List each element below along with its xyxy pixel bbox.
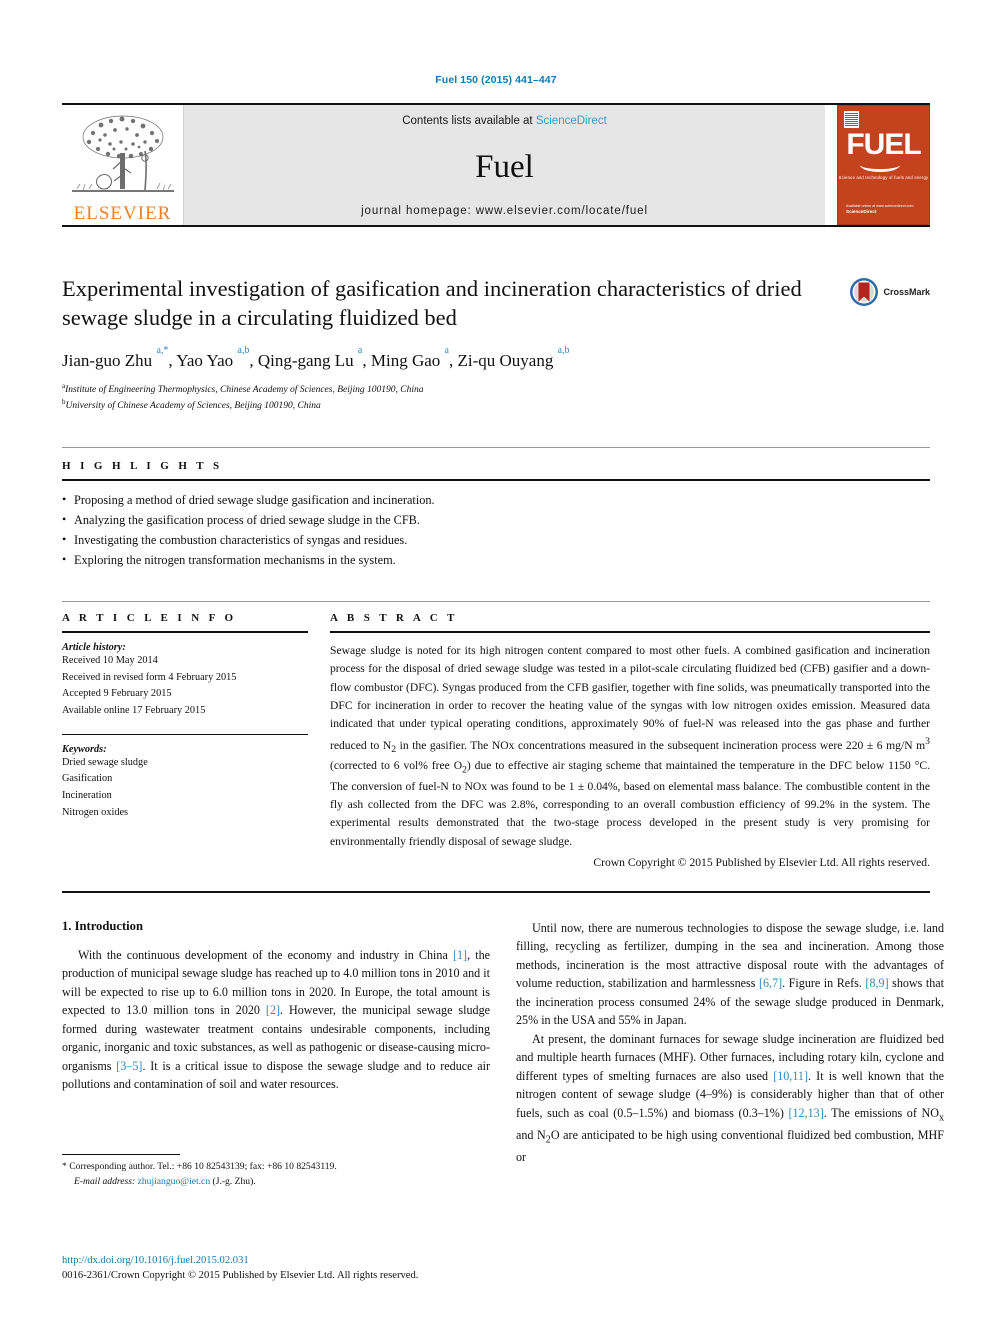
keyword-item: Gasification [62, 773, 113, 785]
running-head: Fuel 150 (2015) 441–447 [435, 74, 557, 86]
elsevier-logo: ELSEVIER [62, 105, 184, 225]
list-item: Proposing a method of dried sewage sludg… [62, 490, 930, 511]
affiliation-text-b: University of Chinese Academy of Science… [65, 401, 321, 412]
email-line: E-mail address: zhujianguo@iet.cn (J.-g.… [62, 1175, 490, 1190]
keyword-item: Dried sewage sludge [62, 756, 148, 768]
paragraph: Until now, there are numerous technologi… [516, 920, 945, 1028]
highlights-top-rule [62, 447, 930, 449]
article-info-section: A R T I C L E I N F O Article history: R… [62, 612, 308, 869]
journal-cover-thumbnail: FUEL Science and technology of fuels and… [837, 105, 930, 225]
article-page: Fuel 150 (2015) 441–447 ELSEVIER Content… [0, 0, 992, 1281]
article-history-item: Received 10 May 2014 [62, 655, 158, 667]
abstract-section: A B S T R A C T Sewage sludge is noted f… [330, 612, 930, 869]
corresponding-author-footnote: * Corresponding author. Tel.: +86 10 825… [62, 1154, 490, 1189]
paragraph: With the continuous development of the e… [62, 947, 490, 1092]
affiliation-b: bUniversity of Chinese Academy of Scienc… [62, 397, 930, 413]
email-suffix: (J.-g. Zhu). [212, 1175, 256, 1187]
contents-prefix: Contents lists available at [402, 115, 536, 127]
elsevier-tree-icon [71, 115, 174, 192]
abstract-copyright: Crown Copyright © 2015 Published by Else… [593, 855, 930, 869]
body-column-right: Until now, there are numerous technologi… [516, 919, 944, 1166]
journal-homepage-line[interactable]: journal homepage: www.elsevier.com/locat… [361, 205, 648, 217]
keyword-item: Incineration [62, 790, 112, 802]
affiliation-list: aInstitute of Engineering Thermophysics,… [62, 381, 930, 414]
highlights-section: H I G H L I G H T S Proposing a method o… [62, 447, 930, 571]
journal-band: Contents lists available at ScienceDirec… [184, 105, 825, 225]
journal-masthead: ELSEVIER Contents lists available at Sci… [62, 103, 930, 225]
paragraph: At present, the dominant furnaces for se… [516, 1031, 945, 1164]
article-history-item: Accepted 9 February 2015 [62, 688, 172, 700]
body-top-rule [62, 890, 930, 893]
abstract-heading: A B S T R A C T [330, 612, 458, 625]
list-item: Exploring the nitrogen transformation me… [62, 550, 930, 571]
keyword-item: Nitrogen oxides [62, 806, 129, 818]
masthead-bottom-rule [62, 225, 930, 227]
footnote-text: * Corresponding author. Tel.: +86 10 825… [62, 1160, 490, 1189]
article-info-body: Article history: Received 10 May 2014 Re… [62, 642, 308, 821]
article-info-heading: A R T I C L E I N F O [62, 612, 237, 625]
email-label: E-mail address: [74, 1175, 136, 1187]
body-column-left: 1. Introduction With the continuous deve… [62, 919, 490, 1166]
list-item: Analyzing the gasification process of dr… [62, 510, 930, 531]
doi-link[interactable]: http://dx.doi.org/10.1016/j.fuel.2015.02… [62, 1254, 582, 1269]
article-info-divider [62, 733, 308, 735]
doi-block: http://dx.doi.org/10.1016/j.fuel.2015.02… [62, 1254, 582, 1284]
body-columns: 1. Introduction With the continuous deve… [62, 919, 944, 1166]
email-link[interactable]: zhujianguo@iet.cn [138, 1176, 211, 1187]
info-abstract-wrap: A R T I C L E I N F O Article history: R… [62, 612, 930, 869]
page-title: Experimental investigation of gasificati… [62, 276, 802, 330]
sciencedirect-link[interactable]: ScienceDirect [536, 115, 607, 127]
highlights-list: Proposing a method of dried sewage sludg… [62, 490, 930, 571]
cover-footer-line1: Available online at www.sciencedirect.co… [846, 204, 914, 209]
cover-footer: Available online at www.sciencedirect.co… [846, 204, 913, 216]
cover-footer-line2: ScienceDirect [846, 209, 877, 215]
title-block: Experimental investigation of gasificati… [62, 275, 930, 413]
affiliation-a: aInstitute of Engineering Thermophysics,… [62, 381, 930, 397]
abstract-body: Sewage sludge is noted for its high nitr… [330, 644, 930, 848]
affiliation-text-a: Institute of Engineering Thermophysics, … [65, 384, 424, 395]
cover-subtitle: Science and technology of fuels and ener… [838, 175, 929, 180]
section-title-introduction: 1. Introduction [62, 918, 143, 933]
crossmark-icon [850, 278, 879, 306]
cover-barcode-icon [844, 111, 859, 128]
article-info-rule [62, 631, 308, 634]
author-list: Jian-guo Zhu a,*, Yao Yao a,b, Qing-gang… [62, 345, 570, 370]
article-history-item: Available online 17 February 2015 [62, 705, 206, 717]
highlights-heading: H I G H L I G H T S [62, 460, 223, 473]
crossmark-badge[interactable]: CrossMark [849, 277, 930, 307]
cover-swoosh-icon [860, 158, 900, 172]
keywords-heading: Keywords: [62, 743, 107, 755]
footnote-rule [62, 1154, 180, 1155]
article-history-item: Received in revised form 4 February 2015 [62, 671, 237, 683]
crossmark-label: CrossMark [883, 287, 930, 297]
issn-copyright-line: 0016-2361/Crown Copyright © 2015 Publish… [62, 1269, 419, 1281]
elsevier-wordmark: ELSEVIER [73, 203, 172, 224]
contents-available-line: Contents lists available at ScienceDirec… [402, 115, 607, 127]
cover-wordmark: FUEL [846, 128, 921, 161]
article-history-heading: Article history: [62, 642, 126, 654]
abstract-rule [330, 631, 930, 634]
info-abstract-top-rule [62, 601, 930, 603]
journal-title: Fuel [475, 148, 534, 185]
highlights-rule [62, 479, 930, 482]
list-item: Investigating the combustion characteris… [62, 530, 930, 551]
corresponding-author-line: * Corresponding author. Tel.: +86 10 825… [62, 1161, 337, 1172]
